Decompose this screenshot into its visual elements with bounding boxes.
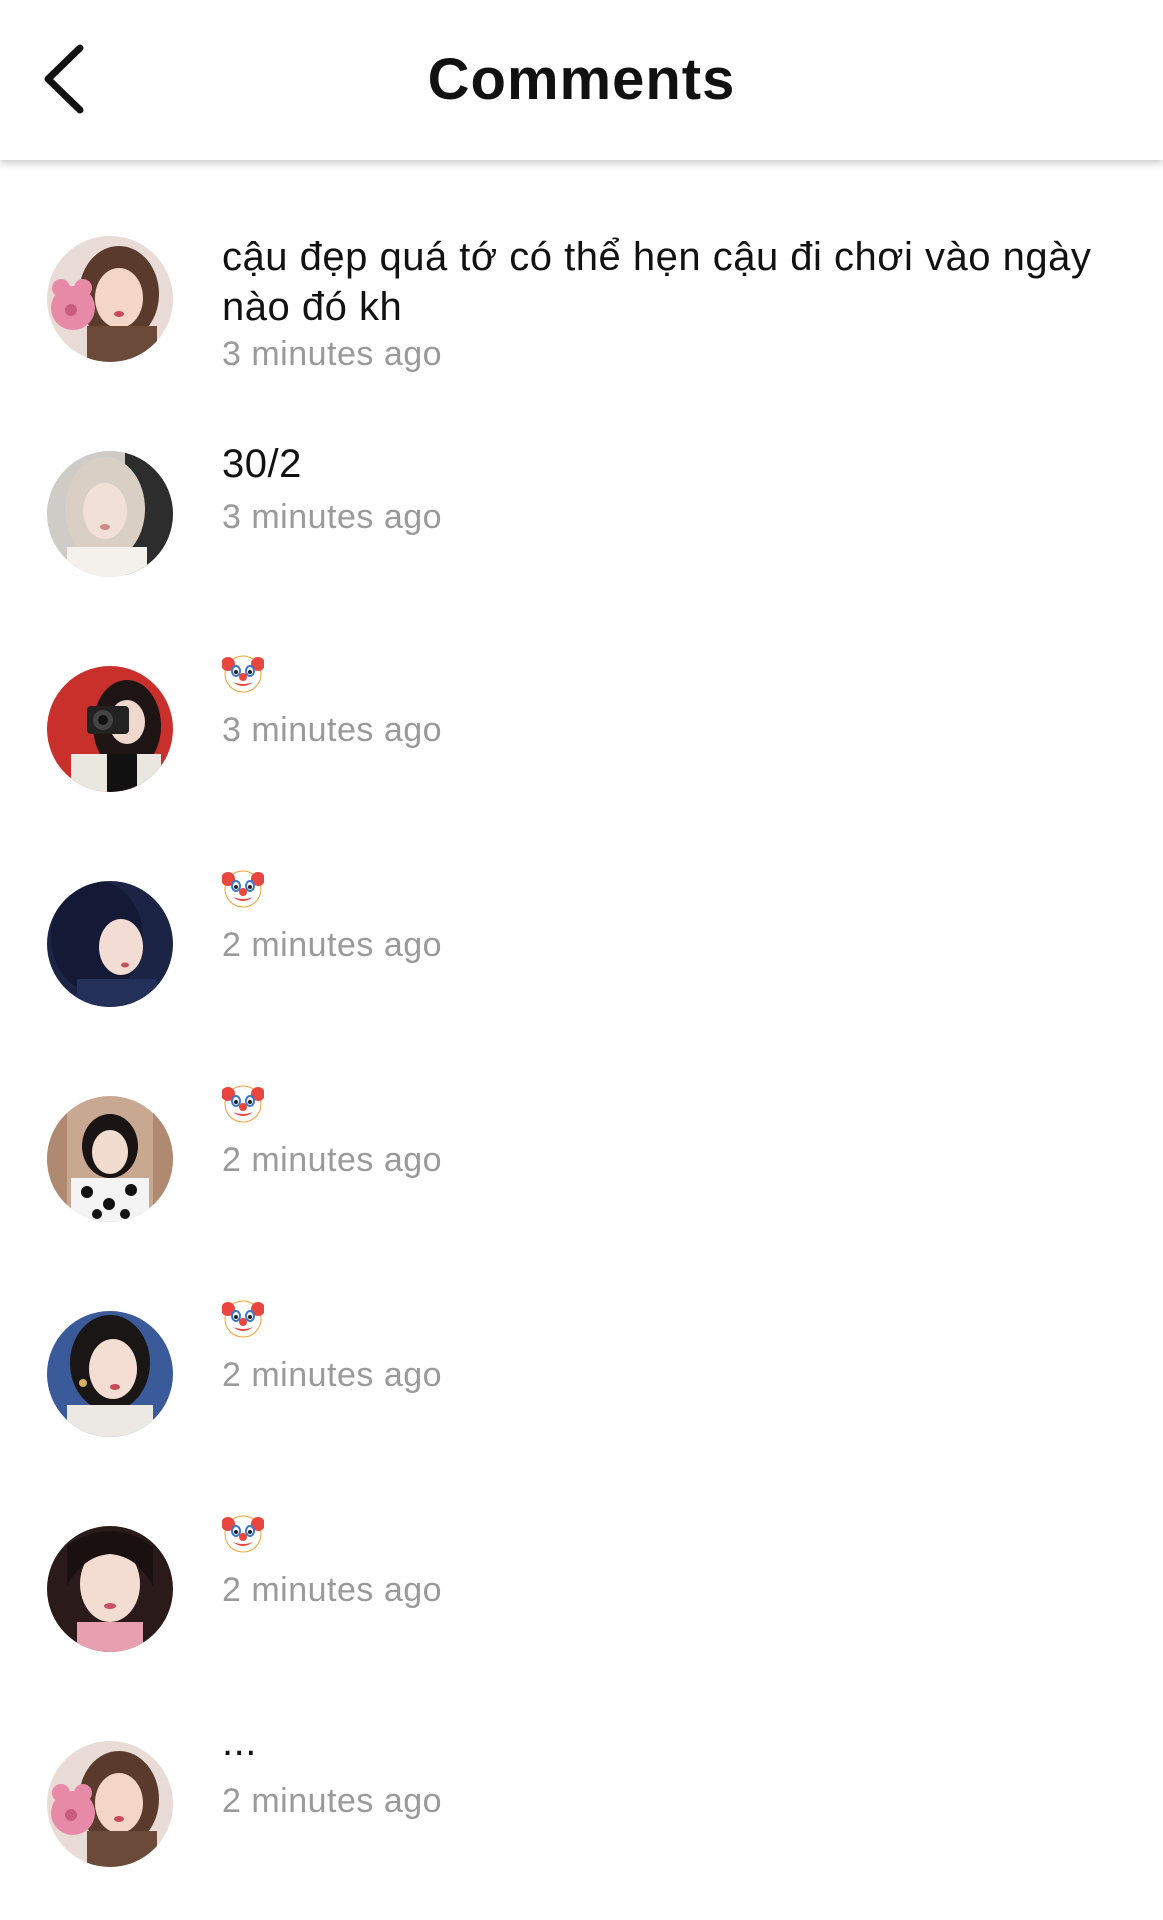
clown-face-icon	[222, 1082, 264, 1124]
comment-item: 2 minutes ago	[0, 1050, 1163, 1250]
avatar[interactable]	[47, 1526, 173, 1652]
comment-timestamp: 2 minutes ago	[222, 1571, 443, 1609]
comment-timestamp: 3 minutes ago	[222, 711, 443, 749]
header: Comments	[0, 0, 1163, 160]
clown-face-icon	[222, 867, 264, 909]
avatar[interactable]	[47, 1741, 173, 1867]
comment-text: ...	[222, 1720, 257, 1764]
comment-timestamp: 2 minutes ago	[222, 926, 443, 964]
comment-timestamp: 2 minutes ago	[222, 1356, 443, 1394]
clown-face-icon	[222, 1512, 264, 1554]
avatar[interactable]	[47, 666, 173, 792]
comment-item: 2 minutes ago	[0, 1480, 1163, 1680]
avatar[interactable]	[47, 451, 173, 577]
comment-text: 30/2	[222, 442, 302, 486]
comment-timestamp: 3 minutes ago	[222, 335, 443, 373]
clown-face-icon	[222, 652, 264, 694]
comment-item: 2 minutes ago	[0, 1265, 1163, 1465]
comment-item: cậu đẹp quá tớ có thể hẹn cậu đi chơi và…	[0, 190, 1163, 390]
avatar[interactable]	[47, 236, 173, 362]
comment-timestamp: 2 minutes ago	[222, 1782, 443, 1820]
comment-item: 30/2 3 minutes ago	[0, 405, 1163, 605]
comment-item: 3 minutes ago	[0, 620, 1163, 820]
avatar[interactable]	[47, 1096, 173, 1222]
comment-timestamp: 3 minutes ago	[222, 498, 443, 536]
page-title: Comments	[427, 47, 736, 112]
avatar[interactable]	[47, 881, 173, 1007]
comment-timestamp: 2 minutes ago	[222, 1141, 443, 1179]
comment-item: ... 2 minutes ago	[0, 1695, 1163, 1895]
avatar[interactable]	[47, 1311, 173, 1437]
comment-text: cậu đẹp quá tớ có thể hẹn cậu đi chơi và…	[222, 235, 1092, 329]
clown-face-icon	[222, 1297, 264, 1339]
comment-item: 2 minutes ago	[0, 835, 1163, 1035]
